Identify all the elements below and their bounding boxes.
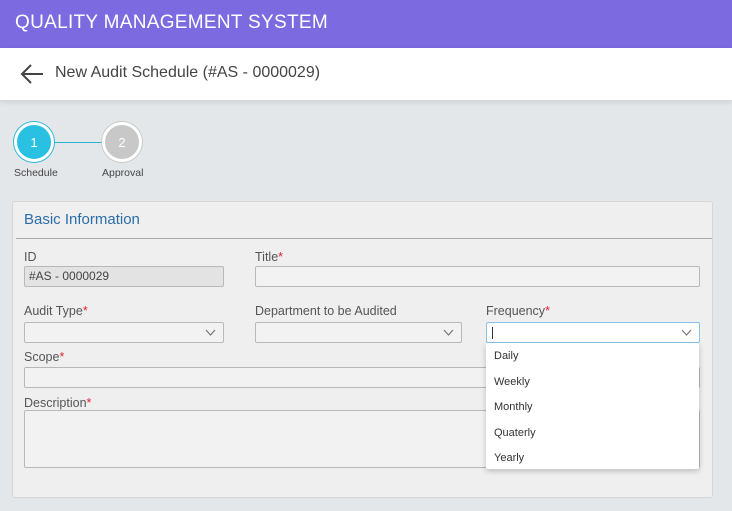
stepper-connector (50, 142, 106, 143)
step-2-label: Approval (102, 167, 144, 179)
department-select[interactable] (255, 322, 462, 343)
description-label: Description* (24, 396, 92, 410)
step-1-label: Schedule (14, 167, 58, 179)
step-2-circle[interactable]: 2 (102, 122, 142, 162)
frequency-label: Frequency* (486, 304, 550, 318)
chevron-down-icon (443, 329, 454, 336)
step-2-number: 2 (118, 134, 126, 150)
app-bar: QUALITY MANAGEMENT SYSTEM (0, 0, 732, 48)
page-header: New Audit Schedule (#AS - 0000029) (0, 48, 732, 100)
frequency-select[interactable] (486, 322, 700, 343)
title-field[interactable] (255, 266, 700, 287)
id-label: ID (24, 250, 37, 264)
frequency-option-monthly[interactable]: Monthly (494, 401, 533, 413)
id-field[interactable]: #AS - 0000029 (24, 266, 224, 287)
step-1-number: 1 (30, 134, 38, 150)
audit-type-label: Audit Type* (24, 304, 88, 318)
text-caret (492, 327, 493, 339)
section-divider (16, 238, 712, 239)
frequency-option-yearly[interactable]: Yearly (494, 452, 524, 464)
chevron-down-icon (681, 329, 692, 336)
arrow-left-icon[interactable] (19, 63, 45, 85)
department-label: Department to be Audited (255, 304, 397, 318)
frequency-dropdown-list: Daily Weekly Monthly Quaterly Yearly (486, 343, 699, 469)
step-1-circle[interactable]: 1 (14, 122, 54, 162)
frequency-option-weekly[interactable]: Weekly (494, 376, 530, 388)
page-title: New Audit Schedule (#AS - 0000029) (55, 64, 321, 81)
audit-type-select[interactable] (24, 322, 224, 343)
section-title: Basic Information (24, 211, 140, 228)
chevron-down-icon (205, 329, 216, 336)
scope-label: Scope* (24, 350, 65, 364)
id-value: #AS - 0000029 (29, 269, 110, 283)
app-title: QUALITY MANAGEMENT SYSTEM (15, 12, 328, 33)
frequency-option-quaterly[interactable]: Quaterly (494, 427, 536, 439)
frequency-option-daily[interactable]: Daily (494, 350, 518, 362)
title-label: Title* (255, 250, 284, 264)
